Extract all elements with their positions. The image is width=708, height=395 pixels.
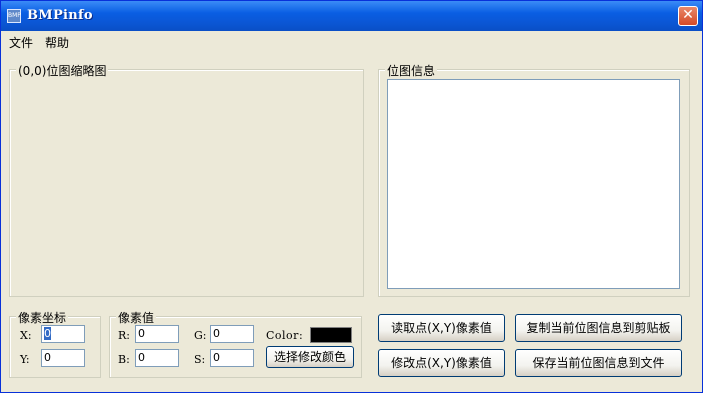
copy-info-button[interactable]: 复制当前位图信息到剪贴板: [515, 314, 682, 342]
menu-bar: 文件 帮助: [1, 31, 702, 51]
x-value: 0: [44, 327, 51, 340]
x-label: X:: [20, 329, 32, 342]
x-input[interactable]: 0: [41, 325, 85, 343]
pixel-coord-legend: 像素坐标: [16, 309, 69, 326]
choose-color-button[interactable]: 选择修改颜色: [266, 346, 354, 368]
y-input[interactable]: 0: [41, 349, 85, 367]
color-swatch: [310, 327, 352, 343]
s-input[interactable]: 0: [210, 349, 254, 367]
bitmap-app-icon: BMP: [7, 9, 21, 23]
menu-file[interactable]: 文件: [9, 34, 33, 51]
thumbnail-legend: (0,0)位图缩略图: [16, 62, 109, 79]
s-label: S:: [194, 353, 206, 366]
window-title: BMPinfo: [27, 8, 93, 23]
menu-help[interactable]: 帮助: [45, 34, 69, 51]
pixel-value-legend: 像素值: [116, 309, 157, 326]
y-label: Y:: [20, 353, 30, 366]
r-label: R:: [118, 329, 130, 342]
color-label: Color:: [266, 329, 304, 342]
g-label: G:: [194, 329, 207, 342]
bitmap-info-textarea[interactable]: [387, 79, 680, 289]
read-pixel-button[interactable]: 读取点(X,Y)像素值: [378, 314, 505, 342]
close-button[interactable]: ✕: [678, 6, 698, 26]
bitmap-info-legend: 位图信息: [385, 62, 438, 79]
main-window: BMP BMPinfo ✕ 文件 帮助 (0,0)位图缩略图 位图信息 像素坐标…: [0, 0, 703, 393]
save-info-button[interactable]: 保存当前位图信息到文件: [515, 349, 682, 377]
title-bar[interactable]: BMP BMPinfo ✕: [1, 1, 702, 31]
modify-pixel-button[interactable]: 修改点(X,Y)像素值: [378, 349, 505, 377]
r-input[interactable]: 0: [135, 325, 179, 343]
b-label: B:: [118, 353, 130, 366]
g-input[interactable]: 0: [210, 325, 254, 343]
b-input[interactable]: 0: [135, 349, 179, 367]
thumbnail-group: (0,0)位图缩略图: [9, 62, 364, 297]
desktop-edge: [703, 0, 708, 395]
